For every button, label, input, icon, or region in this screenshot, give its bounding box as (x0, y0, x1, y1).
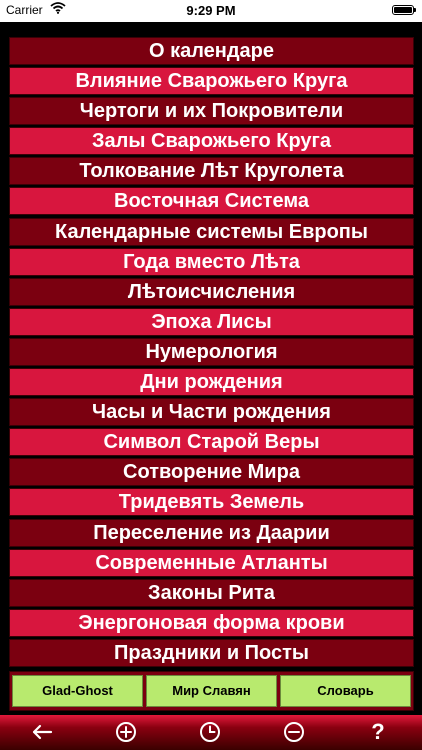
menu-item-energon-blood[interactable]: Энергоновая форма крови (9, 608, 414, 637)
menu-item-years-instead[interactable]: Года вместо Лѣта (9, 247, 414, 276)
menu-item-birthdays[interactable]: Дни рождения (9, 368, 414, 397)
menu-item-eastern-system[interactable]: Восточная Система (9, 187, 414, 216)
menu-item-chertogi[interactable]: Чертоги и их Покровители (9, 97, 414, 126)
status-time: 9:29 PM (186, 3, 236, 18)
zoom-in-icon[interactable] (106, 719, 146, 745)
back-arrow-icon[interactable] (22, 719, 62, 745)
menu-item-svarog-circle-influence[interactable]: Влияние Сварожьего Круга (9, 67, 414, 96)
slovar-button[interactable]: Словарь (280, 675, 411, 707)
mir-slavyan-button[interactable]: Мир Славян (146, 675, 277, 707)
menu-list: О календаре Влияние Сварожьего Круга Чер… (9, 37, 414, 669)
battery-icon (392, 5, 416, 15)
bottom-button-bar: Glad-Ghost Мир Славян Словарь (9, 671, 414, 711)
bottom-toolbar: ? (0, 715, 422, 750)
menu-item-birth-hours[interactable]: Часы и Части рождения (9, 398, 414, 427)
menu-item-holidays-fasts[interactable]: Праздники и Посты (9, 638, 414, 667)
menu-item-about-calendar[interactable]: О календаре (9, 37, 414, 65)
menu-item-thirty-lands[interactable]: Тридевять Земель (9, 488, 414, 517)
menu-item-chronology[interactable]: Лѣтоисчисления (9, 277, 414, 306)
menu-item-svarog-halls[interactable]: Залы Сварожьего Круга (9, 127, 414, 156)
glad-ghost-button[interactable]: Glad-Ghost (12, 675, 143, 707)
menu-item-daaria-migration[interactable]: Переселение из Даарии (9, 518, 414, 547)
menu-item-rita-laws[interactable]: Законы Рита (9, 578, 414, 607)
zoom-out-icon[interactable] (274, 719, 314, 745)
clock-icon[interactable] (190, 719, 230, 745)
menu-item-european-calendars[interactable]: Календарные системы Европы (9, 217, 414, 246)
help-icon[interactable]: ? (358, 719, 398, 745)
menu-item-modern-atlanteans[interactable]: Современные Атланты (9, 548, 414, 577)
menu-item-krugolet-years[interactable]: Толкование Лѣт Круголета (9, 157, 414, 186)
menu-item-creation-of-world[interactable]: Сотворение Мира (9, 458, 414, 487)
menu-item-fox-epoch[interactable]: Эпоха Лисы (9, 307, 414, 336)
status-bar: Carrier 9:29 PM (0, 0, 422, 22)
menu-item-numerology[interactable]: Нумерология (9, 337, 414, 366)
menu-item-old-faith-symbol[interactable]: Символ Старой Веры (9, 428, 414, 457)
